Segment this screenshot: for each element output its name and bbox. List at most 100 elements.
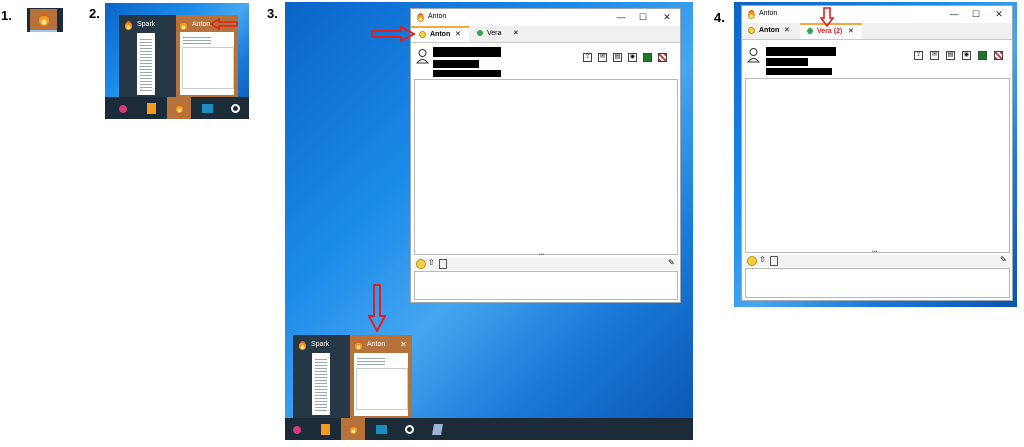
window-title: Anton xyxy=(428,13,447,20)
mute-icon[interactable]: ✎ xyxy=(1000,255,1007,264)
avatar-icon xyxy=(747,48,760,63)
transcript-pane[interactable] xyxy=(745,78,1010,253)
flame-icon xyxy=(180,21,187,30)
tab-close-icon[interactable]: ✕ xyxy=(513,26,519,42)
screenshot-icon[interactable]: ◉ xyxy=(628,53,637,62)
redacted-name xyxy=(433,47,501,57)
open-box-icon[interactable]: ✉ xyxy=(598,53,607,62)
emoji-icon[interactable] xyxy=(747,256,757,266)
preview-spark[interactable]: Spark xyxy=(293,335,350,418)
taskbar-app-sublime[interactable] xyxy=(139,98,163,119)
flame-icon xyxy=(299,341,306,350)
taskbar-step3 xyxy=(285,418,693,440)
upload-icon[interactable]: ⇧ xyxy=(428,258,435,267)
taskbar-app-notes[interactable] xyxy=(425,419,449,440)
taskbar-app-sublime[interactable] xyxy=(313,419,337,440)
taskbar-app-terminal[interactable] xyxy=(369,419,393,440)
redacted-status xyxy=(766,58,808,66)
taskbar-app-spark[interactable] xyxy=(341,418,365,440)
terminal-icon xyxy=(375,425,387,434)
upload-icon[interactable]: ⇧ xyxy=(759,255,766,264)
app-pink-icon xyxy=(293,425,301,434)
lock-icon xyxy=(404,425,414,434)
title-bar: Anton — ☐ ✕ xyxy=(411,9,680,25)
redacted-name xyxy=(766,47,836,56)
contact-toolbar: ⇪ ✉ ▤ ◉ xyxy=(583,53,677,65)
tab-vera[interactable]: Vera ✕ xyxy=(471,26,527,42)
away-status-icon xyxy=(748,26,755,34)
step-number-1: 1. xyxy=(1,8,12,23)
screenshot-icon[interactable]: ◉ xyxy=(962,51,971,60)
tab-close-icon[interactable]: ✕ xyxy=(455,28,461,41)
taskbar-app-lock[interactable] xyxy=(223,98,247,119)
send-file-icon[interactable]: ⇪ xyxy=(914,51,923,60)
sublime-icon xyxy=(320,424,330,435)
tab-close-icon[interactable]: ✕ xyxy=(784,23,790,39)
document-icon[interactable]: ▤ xyxy=(946,51,955,60)
app-pink-icon xyxy=(119,104,127,113)
message-input[interactable] xyxy=(745,268,1010,298)
send-file-icon[interactable]: ⇪ xyxy=(583,53,592,62)
redacted-jid xyxy=(433,70,501,77)
close-button[interactable]: ✕ xyxy=(988,8,1010,20)
preview-anton-label: Anton xyxy=(192,21,211,28)
preview-spark-thumb xyxy=(137,33,155,95)
online-status-icon xyxy=(807,28,813,35)
taskbar-app-pink[interactable] xyxy=(111,98,135,119)
message-input[interactable] xyxy=(414,271,678,300)
tab-anton[interactable]: Anton ✕ xyxy=(742,23,798,39)
transcript-pane[interactable] xyxy=(414,79,678,255)
open-box-icon[interactable]: ✉ xyxy=(930,51,939,60)
taskbar-step2 xyxy=(105,97,249,119)
preview-anton[interactable]: Anton xyxy=(176,15,238,97)
flame-icon xyxy=(125,21,132,30)
desktop-step4: Anton — ☐ ✕ Anton ✕ Vera (2) ✕ ⇪ ✉ ▤ ◉ •… xyxy=(734,2,1017,307)
maximize-button[interactable]: ☐ xyxy=(632,11,654,23)
redacted-status xyxy=(433,60,479,68)
tab-bar: Anton ✕ Vera (2) ✕ xyxy=(742,23,1012,40)
input-toolbar: ⇧ ✎ xyxy=(414,258,678,270)
minimize-button[interactable]: — xyxy=(610,11,632,23)
preview-anton[interactable]: Anton ✕ xyxy=(350,335,412,418)
preview-spark-label: Spark xyxy=(137,21,156,28)
preview-spark-thumb xyxy=(312,353,330,415)
taskbar-app-pink[interactable] xyxy=(285,419,309,440)
mute-icon[interactable]: ✎ xyxy=(668,258,675,267)
desktop-step3: Anton — ☐ ✕ Anton ✕ Vera ✕ ⇪ ✉ ▤ ◉ ••• ⇧… xyxy=(285,2,693,440)
flame-icon xyxy=(417,13,424,22)
qr-icon[interactable] xyxy=(978,51,987,60)
tab-close-icon[interactable]: ✕ xyxy=(848,25,854,38)
minimize-button[interactable]: — xyxy=(943,8,965,20)
note-icon[interactable] xyxy=(770,256,778,266)
qr-icon[interactable] xyxy=(643,53,652,62)
taskbar-app-lock[interactable] xyxy=(397,419,421,440)
step-number-3: 3. xyxy=(267,6,278,21)
preview-spark-label: Spark xyxy=(311,341,330,348)
step-number-2: 2. xyxy=(89,6,100,21)
chat-window-step4: Anton — ☐ ✕ Anton ✕ Vera (2) ✕ ⇪ ✉ ▤ ◉ •… xyxy=(741,5,1013,301)
taskbar-app-terminal[interactable] xyxy=(195,98,219,119)
active-indicator xyxy=(30,30,57,32)
contact-toolbar: ⇪ ✉ ▤ ◉ xyxy=(914,51,1010,63)
preview-close-button[interactable]: ✕ xyxy=(400,340,407,349)
preview-spark[interactable]: Spark xyxy=(119,15,176,97)
close-button[interactable]: ✕ xyxy=(656,11,678,23)
note-icon[interactable] xyxy=(439,259,447,269)
emoji-icon[interactable] xyxy=(416,259,426,269)
red-arrow-left-icon xyxy=(210,18,238,30)
tab-bar: Anton ✕ Vera ✕ xyxy=(411,26,680,43)
tab-anton[interactable]: Anton ✕ xyxy=(411,26,469,42)
taskbar-button-spark[interactable] xyxy=(27,8,63,32)
redacted-jid xyxy=(766,68,832,75)
preview-anton-label: Anton xyxy=(367,341,386,348)
qr-icon[interactable] xyxy=(994,51,1003,60)
maximize-button[interactable]: ☐ xyxy=(965,8,987,20)
taskbar-app-spark[interactable] xyxy=(167,97,191,119)
chat-window-step3: Anton — ☐ ✕ Anton ✕ Vera ✕ ⇪ ✉ ▤ ◉ ••• ⇧… xyxy=(410,8,681,303)
flame-icon xyxy=(349,424,357,434)
qr-icon[interactable] xyxy=(658,53,667,62)
online-status-icon xyxy=(477,30,483,37)
document-icon[interactable]: ▤ xyxy=(613,53,622,62)
avatar-icon xyxy=(416,49,429,64)
title-bar: Anton — ☐ ✕ xyxy=(742,6,1012,22)
